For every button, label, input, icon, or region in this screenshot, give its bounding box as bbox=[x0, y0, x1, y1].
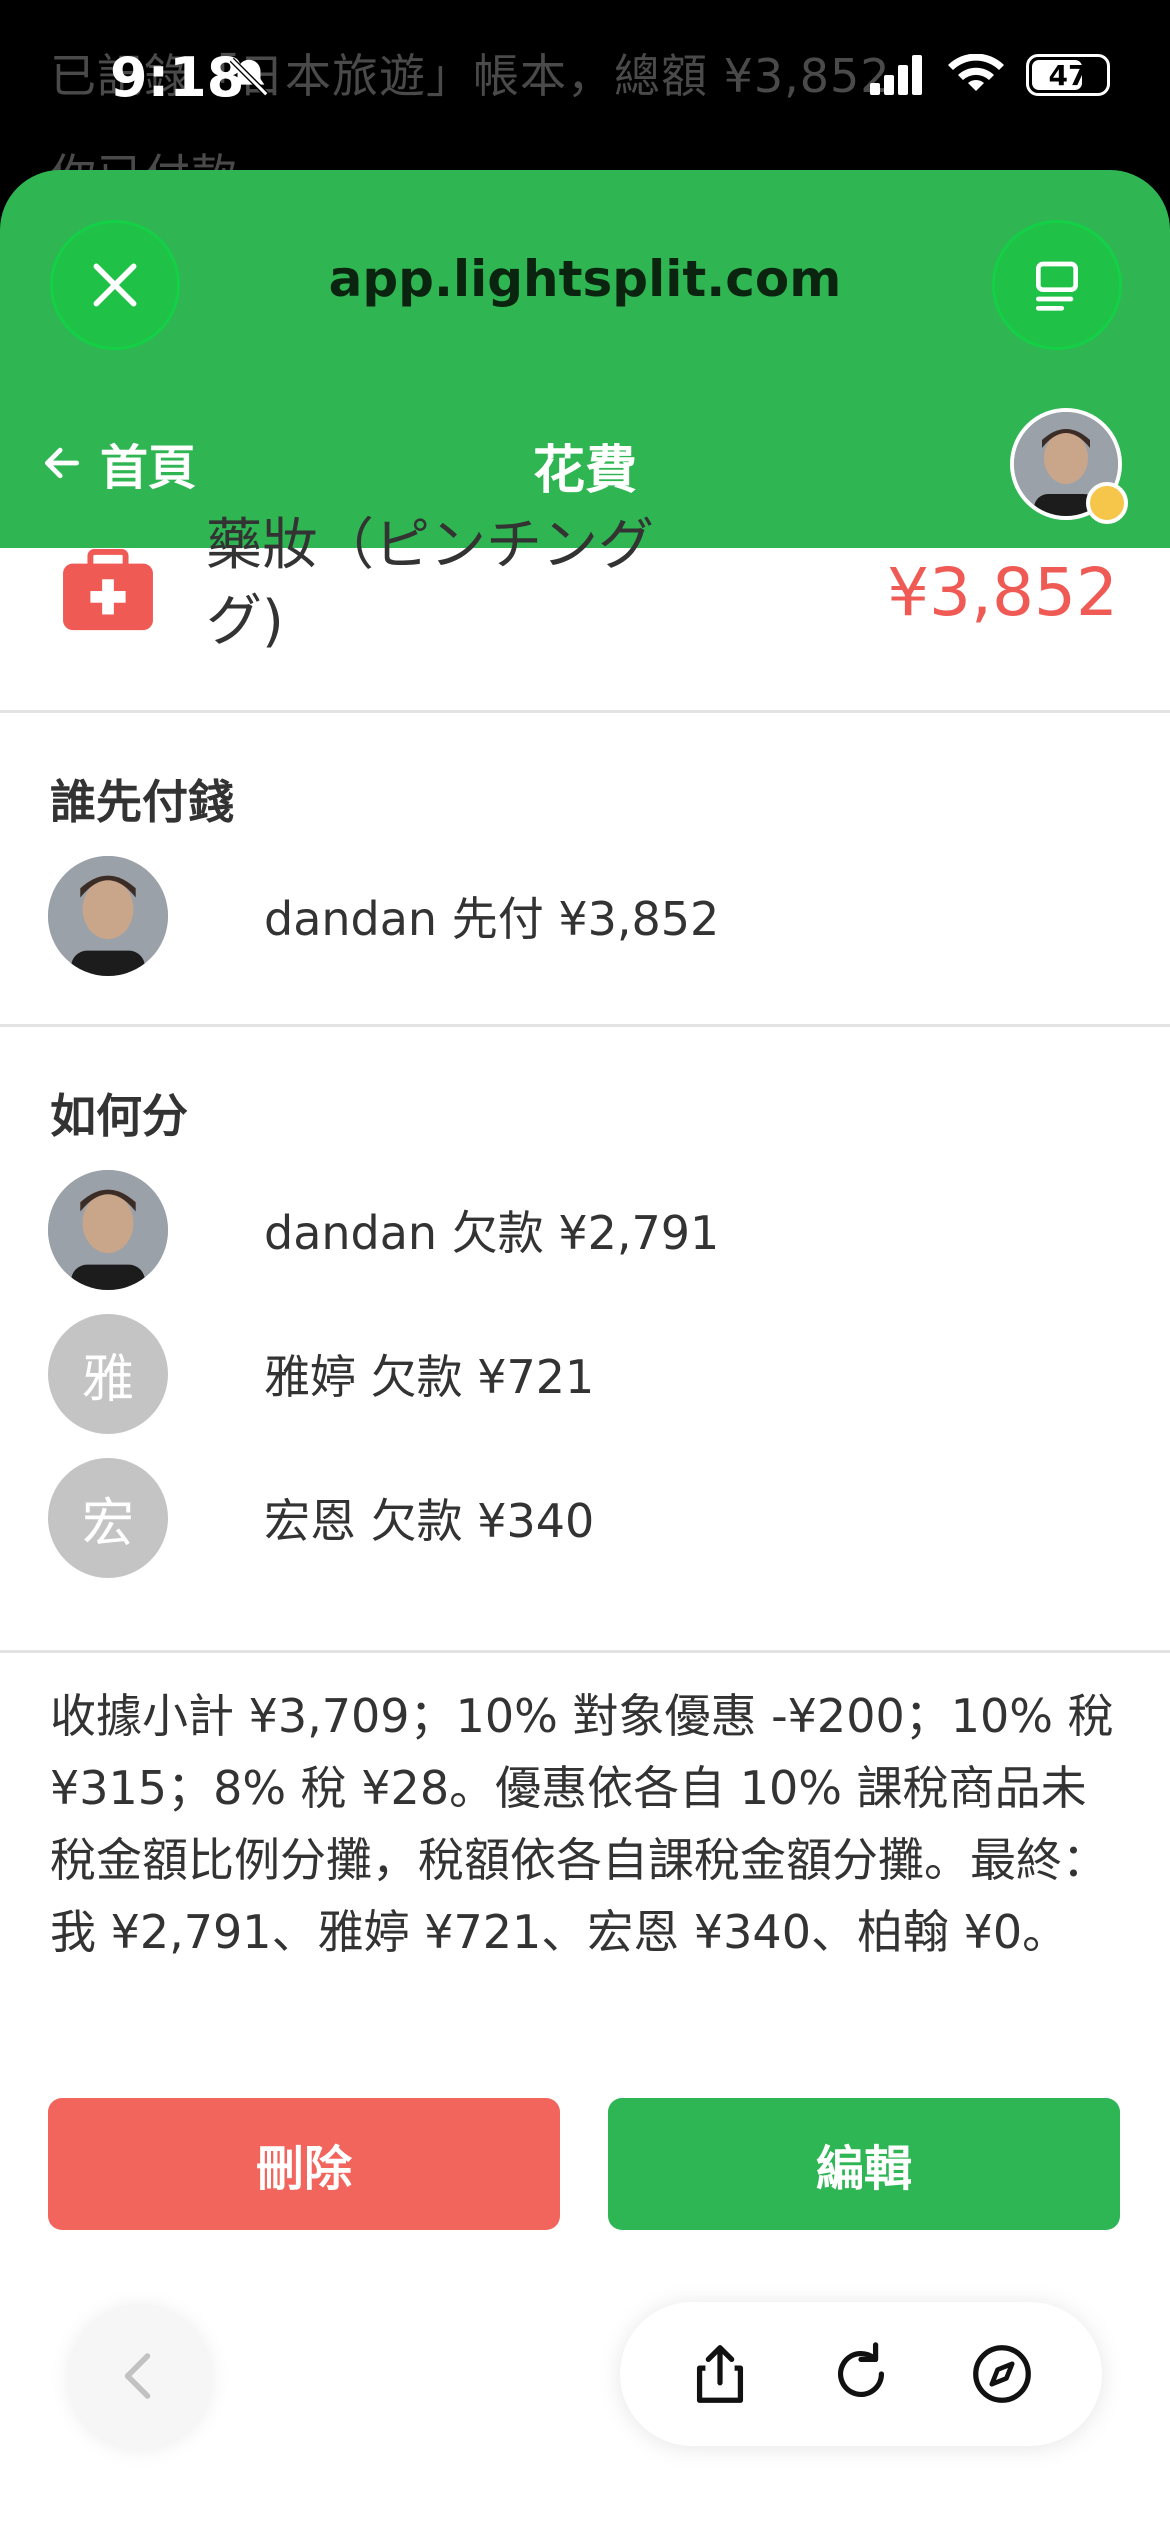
expense-name: 藥妝（ピンチング グ) bbox=[206, 508, 654, 660]
avatar-photo bbox=[48, 1170, 168, 1290]
split-row: dandan 欠款 ¥2,791 bbox=[48, 1170, 719, 1290]
premium-badge-icon bbox=[1086, 482, 1128, 524]
avatar: 雅 bbox=[48, 1314, 168, 1434]
battery-level: 47 bbox=[1048, 58, 1088, 92]
chevron-left-icon bbox=[124, 2353, 151, 2399]
payer-text: dandan 先付 ¥3,852 bbox=[264, 892, 720, 946]
expense-name-line2: グ) bbox=[206, 589, 284, 654]
expense-header: 藥妝（ピンチング グ) ¥3,852 bbox=[0, 513, 1170, 712]
split-row: 宏 宏恩 欠款 ¥340 bbox=[48, 1458, 594, 1578]
split-text: 宏恩 欠款 ¥340 bbox=[264, 1494, 595, 1548]
payer-section-title: 誰先付錢 bbox=[50, 775, 234, 829]
tabs-button[interactable] bbox=[992, 220, 1122, 350]
avatar-photo bbox=[48, 856, 168, 976]
expense-amount: ¥3,852 bbox=[887, 554, 1118, 631]
share-icon[interactable] bbox=[685, 2339, 755, 2409]
split-text: dandan 欠款 ¥2,791 bbox=[264, 1206, 720, 1260]
delete-button[interactable]: 刪除 bbox=[48, 2098, 560, 2230]
browser-toolbar bbox=[620, 2302, 1102, 2446]
payer-row: dandan 先付 ¥3,852 bbox=[48, 856, 719, 976]
divider bbox=[0, 1024, 1170, 1027]
page-title: 花費 bbox=[532, 441, 637, 501]
expense-note: 收據小計 ¥3,709；10% 對象優惠 -¥200；10% 稅 ¥315；8%… bbox=[50, 1689, 1114, 1959]
avatar bbox=[48, 1170, 168, 1290]
split-section-title: 如何分 bbox=[50, 1089, 188, 1143]
wifi-icon bbox=[948, 54, 1004, 91]
cellular-signal-icon bbox=[870, 55, 922, 95]
divider bbox=[0, 1650, 1170, 1653]
medical-bag-icon bbox=[63, 548, 153, 631]
status-time: 9:18 bbox=[110, 46, 245, 109]
expense-name-line1: 藥妝（ピンチング bbox=[206, 513, 654, 578]
reload-icon[interactable] bbox=[826, 2339, 896, 2409]
avatar: 宏 bbox=[48, 1458, 168, 1578]
battery-icon: 47 bbox=[1026, 54, 1110, 96]
tabs-icon bbox=[1036, 261, 1078, 311]
profile-avatar[interactable] bbox=[1010, 408, 1128, 524]
browser-back-button[interactable] bbox=[68, 2304, 212, 2448]
divider bbox=[0, 710, 1170, 713]
edit-button[interactable]: 編輯 bbox=[608, 2098, 1120, 2230]
bell-muted-icon bbox=[229, 57, 269, 97]
avatar bbox=[48, 856, 168, 976]
compass-icon[interactable] bbox=[967, 2339, 1037, 2409]
browser-header: app.lightsplit.com 首頁 花費 bbox=[0, 170, 1170, 548]
split-row: 雅 雅婷 欠款 ¥721 bbox=[48, 1314, 594, 1434]
split-text: 雅婷 欠款 ¥721 bbox=[264, 1350, 595, 1404]
